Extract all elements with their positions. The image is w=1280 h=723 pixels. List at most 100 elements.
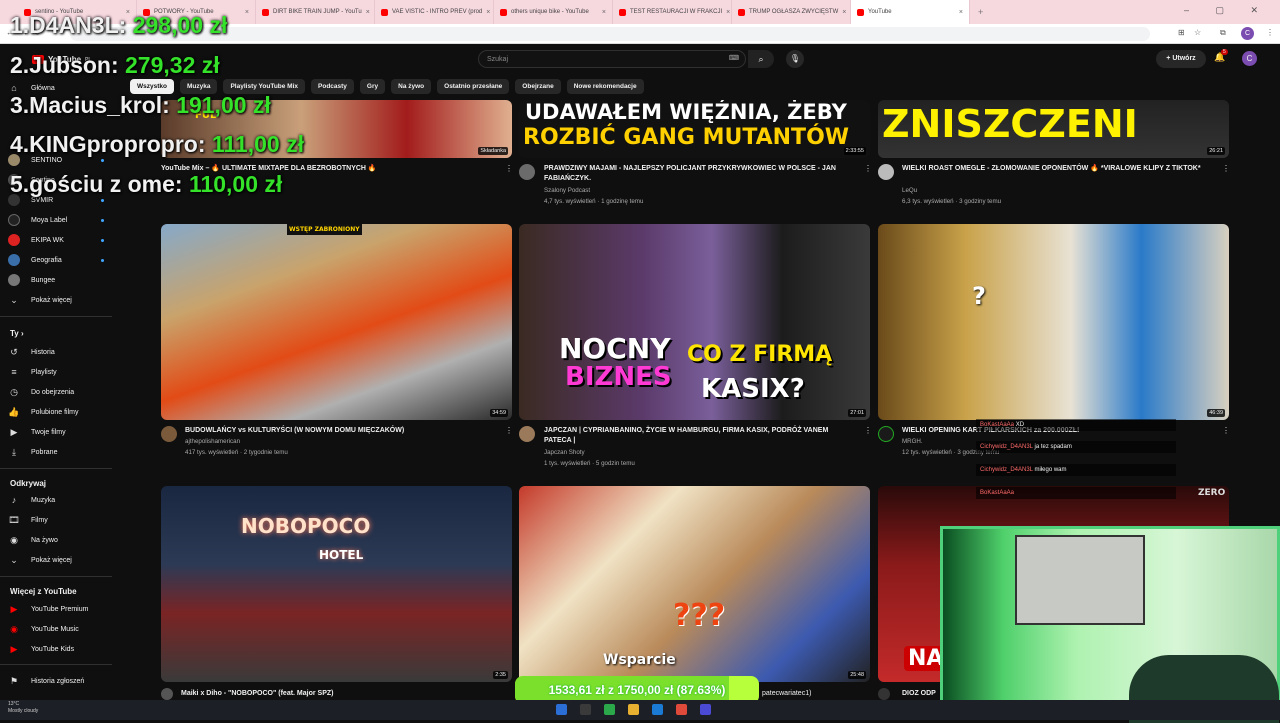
chip-podcasts[interactable]: Podcasty: [311, 79, 354, 94]
video-title[interactable]: PRAWDZIWY MAJAMI - NAJLEPSZY POLICJANT P…: [544, 164, 858, 184]
more-options-icon[interactable]: ⋮: [1222, 164, 1230, 173]
sidebar-item-kids[interactable]: ▶ YouTube Kids: [8, 641, 104, 657]
chrome-icon[interactable]: [676, 704, 687, 715]
browser-tab[interactable]: TRUMP OGŁASZA ZWYCIĘSTW ×: [732, 0, 851, 24]
browser-tab[interactable]: DIRT BIKE TRAIN JUMP - YouTu ×: [256, 0, 375, 24]
install-icon[interactable]: ⊞: [1178, 28, 1185, 37]
channel-avatar[interactable]: [878, 688, 890, 700]
video-duration: 34:59: [490, 409, 508, 417]
app-icon[interactable]: [652, 704, 663, 715]
sidebar-item-liked[interactable]: 👍 Polubione filmy: [8, 404, 104, 420]
notifications-bell-icon[interactable]: 🔔 5: [1214, 49, 1228, 63]
section-explore-header: Odkrywaj: [10, 479, 47, 488]
search-input[interactable]: Szukaj ⌨: [478, 50, 746, 68]
url-field[interactable]: [70, 27, 1150, 41]
video-thumbnail[interactable]: ??? Wsparcie 25:48: [519, 486, 870, 682]
search-taskbar-icon[interactable]: [580, 704, 591, 715]
channel-avatar[interactable]: [161, 688, 173, 700]
channel-name[interactable]: MRGH.: [902, 437, 923, 447]
channel-avatar[interactable]: [878, 426, 894, 442]
section-more-header: Więcej z YouTube: [10, 587, 77, 596]
weather-widget[interactable]: 13°C Mostly cloudy: [8, 701, 38, 715]
close-tab-icon[interactable]: ×: [726, 9, 730, 16]
sidebar-item-yt-music[interactable]: ◉ YouTube Music: [8, 621, 104, 637]
sidebar-item-live[interactable]: ◉ Na żywo: [8, 532, 104, 548]
close-tab-icon[interactable]: ×: [842, 9, 846, 16]
close-tab-icon[interactable]: ×: [486, 9, 490, 16]
sidebar-show-more[interactable]: ⌄ Pokaż więcej: [8, 552, 104, 568]
sidebar-item-movies[interactable]: 🎞 Filmy: [8, 512, 104, 528]
video-title[interactable]: JAPCZAN | CYPRIANBANINO, ŻYCIE W HAMBURG…: [544, 426, 850, 446]
extensions-icon[interactable]: ⧉: [1220, 28, 1226, 38]
channel-avatar[interactable]: [161, 426, 177, 442]
more-options-icon[interactable]: ⋮: [505, 164, 513, 173]
channel-name[interactable]: ajthepolishamerican: [185, 437, 240, 447]
channel-name[interactable]: Japczan Shoty: [544, 448, 585, 458]
voice-search-button[interactable]: 🎙: [786, 50, 804, 68]
more-options-icon[interactable]: ⋮: [864, 426, 872, 435]
video-title[interactable]: patecwariatec1): [762, 689, 862, 699]
create-button[interactable]: + Utwórz: [1156, 50, 1206, 68]
video-thumbnail[interactable]: UDAWAŁEM WIĘŹNIA, ŻEBY ROZBIĆ GANG MUTAN…: [519, 100, 870, 158]
browser-tab[interactable]: TEST RESTAURACJI W FRAKCJI ×: [613, 0, 732, 24]
sidebar-item-music[interactable]: ♪ Muzyka: [8, 492, 104, 508]
video-thumbnail[interactable]: ? 46:39: [878, 224, 1229, 420]
video-thumbnail[interactable]: NOBOPOCO HOTEL 2:35: [161, 486, 512, 682]
sidebar-item-downloads[interactable]: ⤓ Pobrane: [8, 444, 104, 460]
sidebar-item-premium[interactable]: ▶ YouTube Premium: [8, 601, 104, 617]
sidebar-sub[interactable]: Geografia: [8, 252, 104, 268]
sidebar-sub[interactable]: EKIPA WK: [8, 232, 104, 248]
start-icon[interactable]: [556, 704, 567, 715]
bookmark-star-icon[interactable]: ☆: [1194, 28, 1201, 37]
chip-live[interactable]: Na żywo: [391, 79, 432, 94]
channel-avatar[interactable]: [878, 164, 894, 180]
app-icon[interactable]: [700, 704, 711, 715]
close-tab-icon[interactable]: ×: [959, 9, 963, 16]
youtube-music-icon: ◉: [10, 623, 18, 634]
sidebar-item-your-videos[interactable]: ▶ Twoje filmy: [8, 424, 104, 440]
sidebar-item-history[interactable]: ↺ Historia: [8, 344, 104, 360]
chip-new[interactable]: Nowe rekomendacje: [566, 79, 644, 94]
more-options-icon[interactable]: ⋮: [505, 426, 513, 435]
chip-games[interactable]: Gry: [359, 79, 386, 94]
search-button[interactable]: ⌕: [748, 50, 774, 68]
sidebar-sub[interactable]: Moya Label: [8, 212, 104, 228]
close-tab-icon[interactable]: ×: [366, 9, 370, 16]
video-thumbnail[interactable]: ZNISZCZENI 26:21: [878, 100, 1229, 158]
sidebar-item-watch-later[interactable]: ◷ Do obejrzenia: [8, 384, 104, 400]
channel-name[interactable]: LeQu: [902, 186, 917, 196]
more-options-icon[interactable]: ⋮: [1222, 426, 1230, 435]
close-tab-icon[interactable]: ×: [602, 9, 606, 16]
browser-profile-avatar[interactable]: C: [1241, 27, 1254, 40]
channel-avatar[interactable]: [519, 164, 535, 180]
leaderboard-entry: 1.D4AN3L: 298,00 zł: [10, 12, 228, 38]
browser-menu-icon[interactable]: ⋮: [1266, 28, 1274, 37]
browser-tab[interactable]: others unique bike - YouTube ×: [494, 0, 613, 24]
chip-watched[interactable]: Obejrzane: [515, 79, 561, 94]
more-options-icon[interactable]: ⋮: [864, 164, 872, 173]
video-title[interactable]: WIELKI ROAST OMEGLE - ZŁOMOWANIE OPONENT…: [902, 164, 1218, 174]
account-avatar[interactable]: C: [1242, 51, 1257, 66]
section-you-header[interactable]: Ty ›: [10, 329, 24, 338]
close-tab-icon[interactable]: ×: [245, 9, 249, 16]
video-title[interactable]: Maiki x Diho - "NOBOPOCO" (feat. Major S…: [181, 689, 481, 699]
video-title[interactable]: BUDOWLAŃCY vs KULTURYŚCI (W NOWYM DOMU M…: [185, 426, 495, 436]
channel-avatar: [8, 234, 20, 246]
keyboard-icon[interactable]: ⌨: [729, 54, 739, 62]
sidebar-item-report-history[interactable]: ⚑ Historia zgłoszeń: [8, 673, 104, 689]
sidebar-show-more[interactable]: ⌄ Pokaż więcej: [8, 292, 104, 308]
sidebar-sub[interactable]: Bungee: [8, 272, 104, 288]
window-controls[interactable]: – ▢ ✕: [1184, 5, 1270, 16]
folder-icon[interactable]: [628, 704, 639, 715]
search-icon: ⌕: [758, 54, 764, 64]
chip-recent[interactable]: Ostatnio przesłane: [437, 79, 510, 94]
video-thumbnail[interactable]: NOCNY BIZNES CO Z FIRMĄ KASIX? 27:01: [519, 224, 870, 420]
browser-tab-active[interactable]: YouTube ×: [851, 0, 970, 24]
video-thumbnail[interactable]: WSTĘP ZABRONIONY 34:59: [161, 224, 512, 420]
new-tab-icon[interactable]: +: [978, 7, 983, 17]
app-icon[interactable]: [604, 704, 615, 715]
channel-name[interactable]: Szalony Podcast: [544, 186, 590, 196]
sidebar-item-playlists[interactable]: ≡ Playlisty: [8, 364, 104, 380]
browser-tab[interactable]: VAE VISTIC - INTRO PREV (prod ×: [375, 0, 494, 24]
channel-avatar[interactable]: [519, 426, 535, 442]
